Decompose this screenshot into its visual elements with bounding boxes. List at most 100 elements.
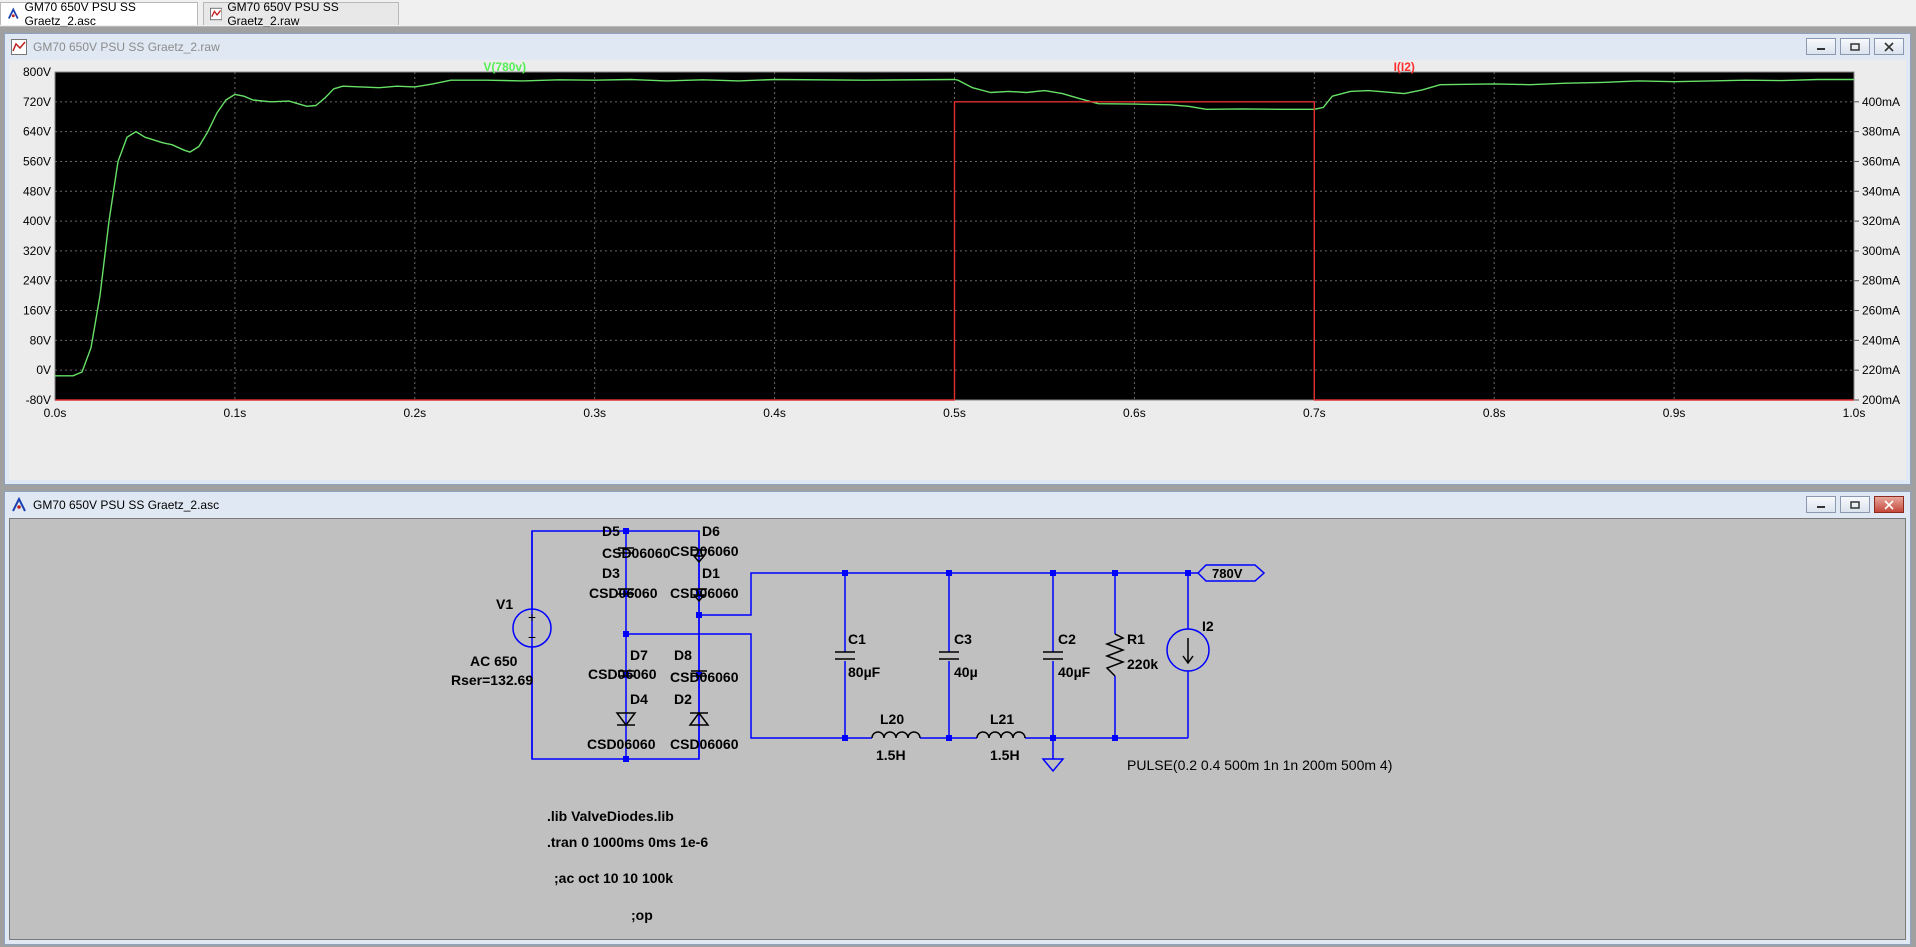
junction-dot [1112,735,1118,741]
i2-name[interactable]: I2 [1202,618,1214,634]
waveform-icon [210,7,223,21]
mdi-workspace: GM70 650V PSU SS Graetz_2.raw 0.0s 0.1s 0.… [0,27,1916,947]
close-button[interactable] [1874,496,1904,513]
y-right-tick-label: 380mA [1862,125,1900,139]
c2-name[interactable]: C2 [1058,631,1076,647]
junction-dot [842,570,848,576]
spice-directive-op[interactable]: ;op [631,907,653,923]
d2-name[interactable]: D2 [674,691,692,707]
document-tab-bar: GM70 650V PSU SS Graetz_2.asc GM70 650V … [0,0,1916,28]
current-source-i2[interactable] [1166,628,1210,672]
schematic-icon [12,497,26,512]
d2-model[interactable]: CSD06060 [670,736,739,752]
ground-symbol[interactable] [1041,758,1065,773]
spice-directive-ac[interactable]: ;ac oct 10 10 100k [554,870,673,886]
schematic-canvas[interactable]: + − V1 AC 650 Rser=132.69 D5 D6 CSD06060… [10,519,1907,941]
minimize-button[interactable] [1806,38,1836,55]
minimize-icon [1817,47,1825,50]
d7-name[interactable]: D7 [630,647,648,663]
window-controls [1806,496,1904,513]
junction-dot [623,756,629,762]
c1-name[interactable]: C1 [848,631,866,647]
waveform-window[interactable]: GM70 650V PSU SS Graetz_2.raw 0.0s 0.1s 0.… [4,33,1911,485]
d1-model[interactable]: CSD06060 [670,585,739,601]
trace-label-current[interactable]: I(I2) [1394,60,1415,74]
restore-icon [1850,500,1860,509]
x-tick-label: 0.8s [1483,406,1506,420]
d7-model[interactable]: CSD06060 [588,666,657,682]
resistor-r1-symbol[interactable] [1104,633,1126,677]
d5-model[interactable]: CSD06060 [602,545,671,561]
capacitor-symbols [835,651,1063,661]
y-right-tick-label: 360mA [1862,154,1900,168]
y-left-tick-label: 640V [23,125,51,139]
spice-directive-tran[interactable]: .tran 0 1000ms 0ms 1e-6 [547,834,708,850]
minimize-icon [1817,505,1825,508]
minimize-button[interactable] [1806,496,1836,513]
schematic-window[interactable]: GM70 650V PSU SS Graetz_2.asc + − V1 AC … [4,491,1911,945]
c3-value[interactable]: 40µ [954,664,978,680]
d3-model[interactable]: CSD06060 [589,585,658,601]
schematic-window-titlebar[interactable]: GM70 650V PSU SS Graetz_2.asc [5,492,1910,518]
junction-dot [1050,735,1056,741]
waveform-window-titlebar[interactable]: GM70 650V PSU SS Graetz_2.raw [5,34,1910,60]
wire-negative-rail [626,633,1188,739]
y-right-tick-label: 220mA [1862,363,1900,377]
x-tick-label: 0.9s [1663,406,1686,420]
y-right-tick-label: 300mA [1862,244,1900,258]
junction-dot [1112,570,1118,576]
c1-value[interactable]: 80µF [848,664,881,680]
window-controls [1806,38,1904,55]
net-label-text[interactable]: 780V [1212,566,1243,581]
v1-rser[interactable]: Rser=132.69 [451,672,533,688]
x-tick-label: 1.0s [1843,406,1866,420]
x-tick-label: 0.0s [44,406,67,420]
restore-icon [1850,42,1860,51]
v1-name[interactable]: V1 [496,596,513,612]
d6-name[interactable]: D6 [702,523,720,539]
l20-value[interactable]: 1.5H [876,747,906,763]
d6-model[interactable]: CSD06060 [670,543,739,559]
y-left-tick-label: -80V [26,393,51,407]
c2-value[interactable]: 40µF [1058,664,1091,680]
r1-name[interactable]: R1 [1127,631,1145,647]
close-icon [1884,499,1894,510]
schematic-pane[interactable]: + − V1 AC 650 Rser=132.69 D5 D6 CSD06060… [9,518,1906,940]
spice-directive-lib[interactable]: .lib ValveDiodes.lib [547,808,674,824]
d5-name[interactable]: D5 [602,523,620,539]
d3-name[interactable]: D3 [602,565,620,581]
trace-label-voltage[interactable]: V(780v) [483,60,526,74]
close-button[interactable] [1874,38,1904,55]
junction-dot [1185,570,1191,576]
y-right-tick-label: 260mA [1862,304,1900,318]
schematic-window-title: GM70 650V PSU SS Graetz_2.asc [33,498,220,512]
l20-name[interactable]: L20 [880,711,904,727]
l21-name[interactable]: L21 [990,711,1014,727]
x-tick-label: 0.4s [763,406,786,420]
d1-name[interactable]: D1 [702,565,720,581]
l21-value[interactable]: 1.5H [990,747,1020,763]
tab-label: GM70 650V PSU SS Graetz_2.asc [24,0,136,28]
d4-name[interactable]: D4 [630,691,648,707]
d8-model[interactable]: CSD06060 [670,669,739,685]
waveform-plot[interactable]: 0.0s 0.1s 0.2s 0.3s 0.4s 0.5s 0.6s 0.7s 0.8s 0.9s… [9,60,1908,478]
y-right-tick-label: 400mA [1862,95,1900,109]
junction-dot [1050,570,1056,576]
d8-name[interactable]: D8 [674,647,692,663]
x-tick-label: 0.1s [224,406,247,420]
restore-button[interactable] [1840,38,1870,55]
plot-pane[interactable]: 0.0s 0.1s 0.2s 0.3s 0.4s 0.5s 0.6s 0.7s 0.8s 0.9s… [9,60,1906,480]
i2-value[interactable]: PULSE(0.2 0.4 500m 1n 1n 200m 500m 4) [1127,757,1392,773]
waveform-icon [11,39,27,55]
r1-value[interactable]: 220k [1127,656,1158,672]
v1-value[interactable]: AC 650 [470,653,518,669]
tab-waveform[interactable]: GM70 650V PSU SS Graetz_2.raw [203,0,399,28]
tab-schematic[interactable]: GM70 650V PSU SS Graetz_2.asc [0,0,198,28]
svg-text:−: − [528,629,536,645]
c3-name[interactable]: C3 [954,631,972,647]
restore-button[interactable] [1840,496,1870,513]
junction-dot [946,570,952,576]
junction-dots [623,528,1191,762]
y-right-tick-label: 340mA [1862,184,1900,198]
d4-model[interactable]: CSD06060 [587,736,656,752]
